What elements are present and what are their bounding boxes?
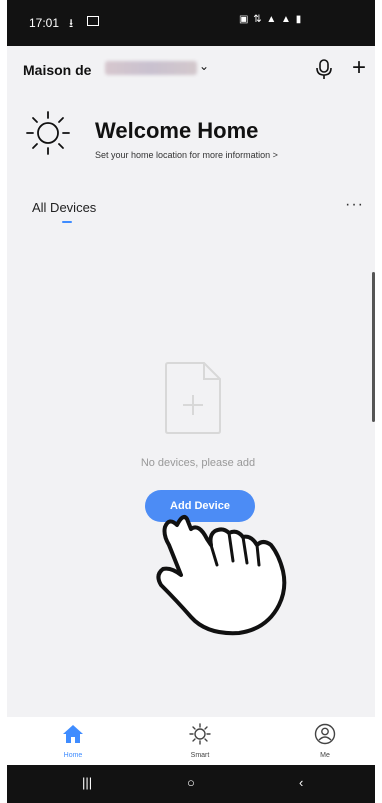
add-icon[interactable]: + [352,54,366,82]
nav-home[interactable]: Home [43,723,103,763]
chevron-down-icon[interactable]: ⌄ [199,59,209,73]
system-home-icon[interactable]: ○ [187,775,195,790]
status-time: 17:01 [29,16,60,30]
system-nav-bar: ||| ○ ‹ [7,765,375,803]
empty-document-icon [165,362,221,434]
nav-smart-label: Smart [190,752,210,759]
welcome-subtitle[interactable]: Set your home location for more informat… [95,150,278,160]
nav-me-label: Me [320,752,330,759]
tab-all-devices[interactable]: All Devices [32,200,96,215]
profile-icon [314,723,336,745]
home-icon [63,725,83,743]
recents-icon[interactable]: ||| [82,775,92,790]
signal-icons: ▣ ⇅ ▲ ▲ ▮ [239,14,303,25]
sun-icon [26,111,70,155]
welcome-title: Welcome Home [95,118,259,143]
image-icon [87,16,99,26]
phone-screen: 17:01 ⭳ ▣ ⇅ ▲ ▲ ▮ Maison de ⌄ + Welcome … [7,0,375,803]
sun-icon [189,723,211,745]
download-icon: ⭳ [69,16,74,30]
back-icon[interactable]: ‹ [299,775,303,790]
device-tabs: All Devices ··· [7,196,375,236]
status-bar: 17:01 ⭳ ▣ ⇅ ▲ ▲ ▮ [7,0,375,46]
nav-home-label: Home [63,752,83,759]
home-name[interactable]: Maison de [23,62,91,78]
nav-me[interactable]: Me [295,723,355,763]
more-options-icon[interactable]: ··· [345,196,364,214]
redacted-name [105,61,197,75]
scrollbar[interactable] [372,272,375,422]
microphone-icon[interactable] [314,58,334,80]
welcome-card[interactable]: Welcome Home Set your home location for … [7,100,375,180]
empty-message: No devices, please add [140,457,256,469]
bottom-nav: Home Smart Me [7,717,375,765]
tab-indicator [62,221,72,223]
nav-smart[interactable]: Smart [170,723,230,763]
pointing-hand-icon [156,515,287,636]
home-header: Maison de ⌄ + [7,46,375,94]
